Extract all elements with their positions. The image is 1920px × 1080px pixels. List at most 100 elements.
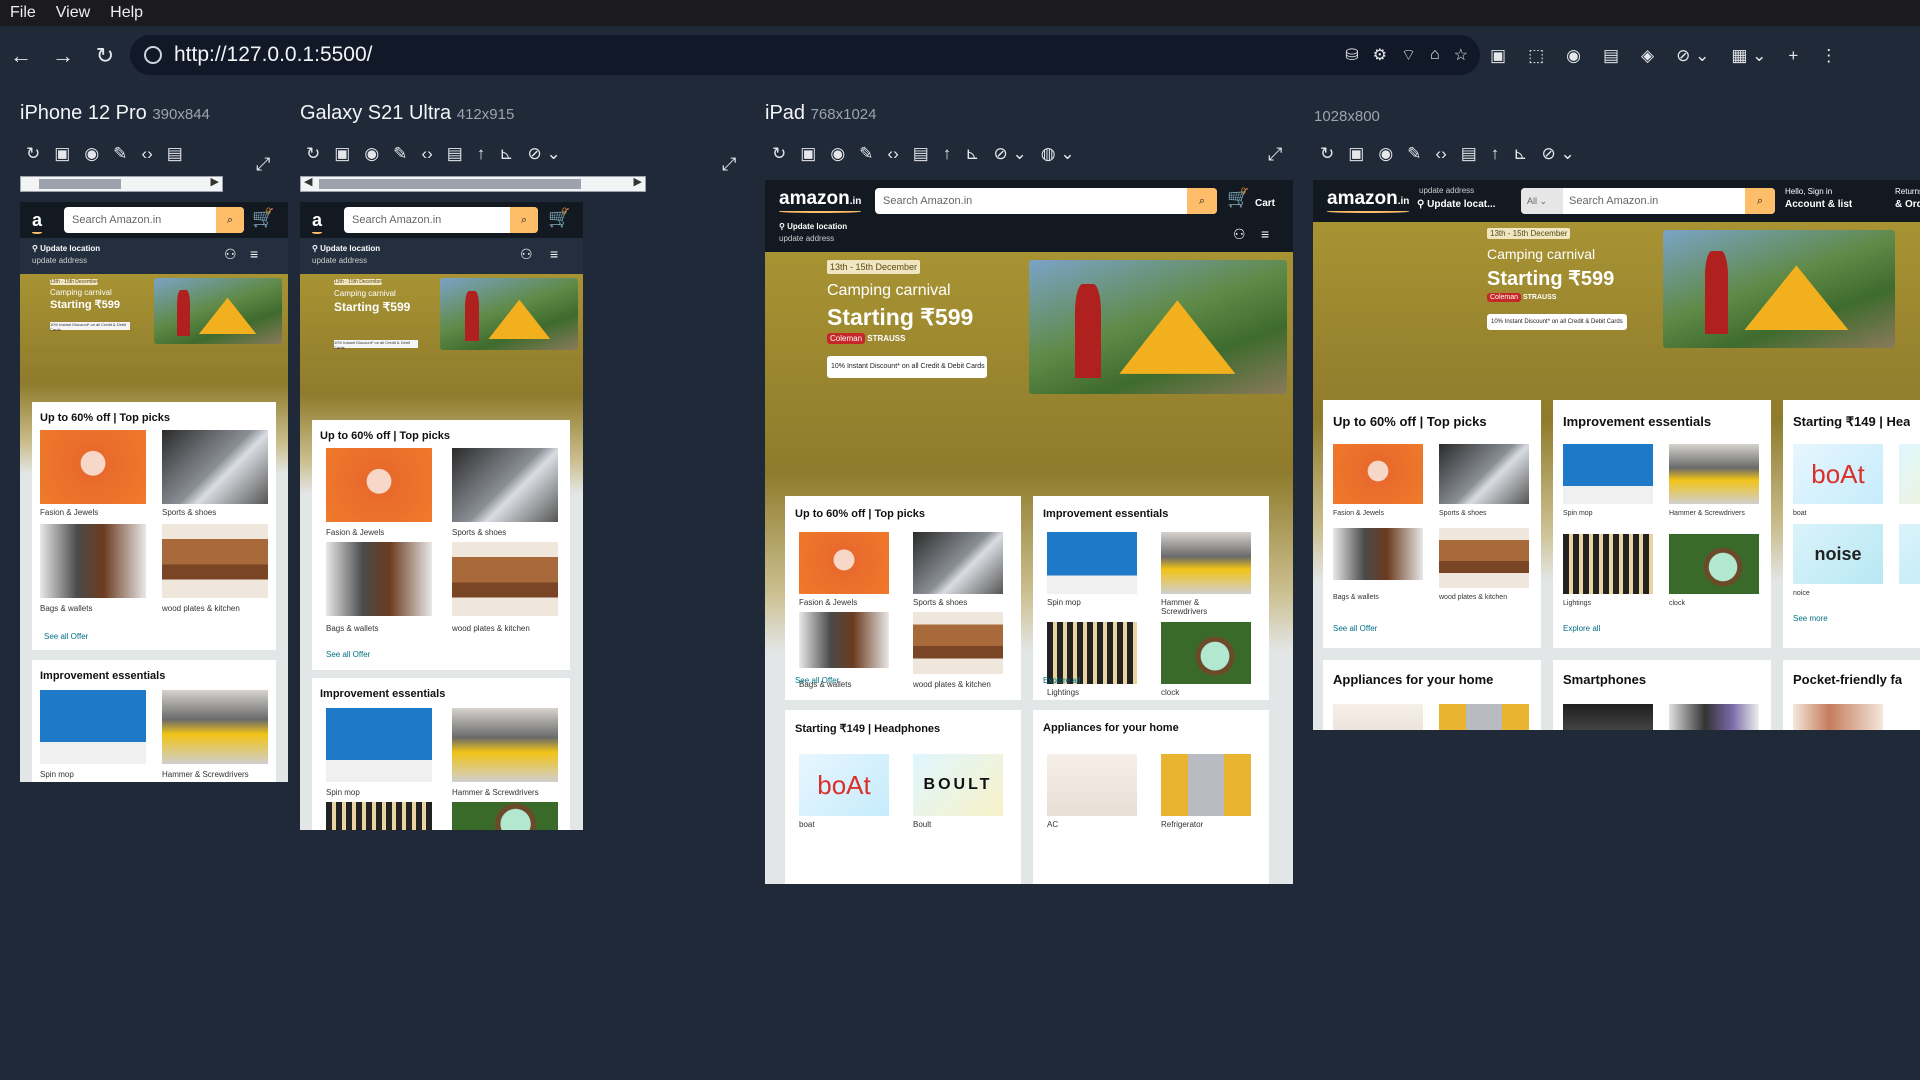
menu-help[interactable]: Help <box>100 0 153 26</box>
screenshot-icon[interactable]: ▣ <box>334 144 350 164</box>
cart-label[interactable]: Cart <box>1255 198 1275 209</box>
category-select[interactable]: All ⌄ <box>1521 188 1563 214</box>
search-icon[interactable]: ⌕ <box>1187 188 1217 214</box>
location-title[interactable]: ⚲ Update locat... <box>1417 199 1495 210</box>
rotate-icon[interactable]: ↻ <box>772 144 786 164</box>
layers-icon[interactable]: ◈ <box>1641 46 1654 66</box>
amazon-logo-icon[interactable]: a <box>32 210 43 234</box>
screenshot-icon[interactable]: ▣ <box>800 144 816 164</box>
scroll-top-icon[interactable]: ↑ <box>943 144 952 164</box>
horizontal-scrollbar[interactable]: ▶ <box>20 176 223 192</box>
document-icon[interactable]: ▤ <box>1603 46 1619 66</box>
cart-icon[interactable]: 🛒 0 <box>252 206 274 229</box>
layout-icon[interactable]: ▦ ⌄ <box>1731 46 1766 66</box>
see-all-offer-link[interactable]: See all Offer <box>1333 624 1377 633</box>
ruler-icon[interactable]: ⊾ <box>1513 144 1527 164</box>
network-icon[interactable]: ⚙ <box>1373 45 1387 65</box>
menu-icon[interactable]: ≡ <box>250 246 258 262</box>
fullscreen-icon[interactable]: ⤢ <box>1268 144 1282 165</box>
location-title[interactable]: ⚲ Update location <box>312 244 380 253</box>
pen-icon[interactable]: ✎ <box>393 144 407 164</box>
search-input[interactable]: Search Amazon.in ⌕ <box>344 207 538 233</box>
screenshot-icon[interactable]: ▣ <box>54 144 70 164</box>
fullscreen-icon[interactable]: ⤢ <box>722 154 736 175</box>
search-input[interactable]: All ⌄ Search Amazon.in ⌕ <box>1521 188 1775 214</box>
eye-off-icon[interactable]: ⊘ ⌄ <box>1676 46 1709 66</box>
home-icon[interactable]: ⌂ <box>1430 46 1440 64</box>
user-icon[interactable]: ⚇ <box>520 246 533 263</box>
wifi-icon[interactable]: ⌔ <box>1401 45 1416 65</box>
menu-icon[interactable]: ≡ <box>1261 226 1269 242</box>
devices-icon[interactable]: ▤ <box>167 144 183 164</box>
ruler-icon[interactable]: ⊾ <box>965 144 979 164</box>
code-icon[interactable]: ‹› <box>141 144 152 164</box>
camera-icon[interactable]: ◉ <box>84 144 99 164</box>
rotate-icon[interactable]: ↻ <box>26 144 40 164</box>
address-bar[interactable]: http://127.0.0.1:5500/ ⛁ ⚙ ⌔ ⌂ ☆ <box>130 35 1480 75</box>
cart-icon[interactable]: 🛒 0 <box>548 206 570 229</box>
camera-icon[interactable]: ◉ <box>830 144 845 164</box>
pen-icon[interactable]: ✎ <box>859 144 873 164</box>
color-wheel-icon[interactable]: ◍ ⌄ <box>1041 144 1075 164</box>
see-all-offer-link[interactable]: See all Offer <box>44 632 88 641</box>
fullscreen-icon[interactable]: ⤢ <box>256 154 270 175</box>
reload-icon[interactable]: ↻ <box>84 43 126 69</box>
amazon-logo-icon[interactable]: a <box>312 210 323 234</box>
pen-icon[interactable]: ✎ <box>113 144 127 164</box>
cart-icon[interactable]: 🛒 0 <box>1227 186 1249 209</box>
menu-view[interactable]: View <box>46 0 100 26</box>
camera-icon[interactable]: ◉ <box>1378 144 1393 164</box>
back-icon[interactable]: ← <box>0 43 42 69</box>
pen-icon[interactable]: ✎ <box>1407 144 1421 164</box>
user-icon[interactable]: ⚇ <box>224 246 237 263</box>
forward-icon[interactable]: → <box>42 43 84 69</box>
database-icon[interactable]: ⛁ <box>1345 45 1358 65</box>
star-icon[interactable]: ☆ <box>1454 45 1468 65</box>
eye-off-icon[interactable]: ⊘ ⌄ <box>1542 144 1575 164</box>
account-line1[interactable]: Hello, Sign in <box>1785 187 1832 196</box>
devices-icon[interactable]: ▣ <box>1490 46 1506 66</box>
eye-off-icon[interactable]: ⊘ ⌄ <box>994 144 1027 164</box>
code-icon[interactable]: ‹› <box>887 144 898 164</box>
add-icon[interactable]: + <box>1788 46 1798 66</box>
card-appliances: Appliances for your home <box>1323 660 1541 730</box>
amazon-logo[interactable]: amazon.in <box>779 188 862 213</box>
explore-all-link[interactable]: Explore all <box>1043 676 1080 685</box>
rotate-icon[interactable]: ↻ <box>1320 144 1334 164</box>
scroll-top-icon[interactable]: ↑ <box>477 144 486 164</box>
menu-icon[interactable]: ≡ <box>550 246 558 262</box>
orders-link[interactable]: & Orders <box>1895 199 1920 210</box>
ruler-icon[interactable]: ⊾ <box>499 144 513 164</box>
search-icon[interactable]: ⌕ <box>510 207 538 233</box>
amazon-logo[interactable]: amazon.in <box>1327 188 1410 213</box>
scroll-top-icon[interactable]: ↑ <box>1491 144 1500 164</box>
see-all-offer-link[interactable]: See all Offer <box>795 676 839 685</box>
explore-all-link[interactable]: Explore all <box>1563 624 1600 633</box>
camera-icon[interactable]: ◉ <box>364 144 379 164</box>
code-icon[interactable]: ‹› <box>421 144 432 164</box>
returns-line1[interactable]: Returns <box>1895 187 1920 196</box>
menu-file[interactable]: File <box>0 0 46 26</box>
rotate-icon[interactable]: ↻ <box>306 144 320 164</box>
see-all-offer-link[interactable]: See all Offer <box>326 650 370 659</box>
code-icon[interactable]: ‹› <box>1435 144 1446 164</box>
camera-icon[interactable]: ◉ <box>1566 46 1581 66</box>
search-input[interactable]: Search Amazon.in ⌕ <box>875 188 1217 214</box>
see-more-link[interactable]: See more <box>1793 614 1828 623</box>
location-title[interactable]: ⚲ Update location <box>32 244 100 253</box>
location-title[interactable]: ⚲ Update location <box>779 222 847 231</box>
search-input[interactable]: Search Amazon.in ⌕ <box>64 207 244 233</box>
search-icon[interactable]: ⌕ <box>1745 188 1775 214</box>
account-link[interactable]: Account & list <box>1785 199 1852 210</box>
eye-off-icon[interactable]: ⊘ ⌄ <box>528 144 561 164</box>
horizontal-scrollbar[interactable]: ◀ ▶ <box>300 176 646 192</box>
url-text[interactable]: http://127.0.0.1:5500/ <box>174 43 373 67</box>
devices-icon[interactable]: ▤ <box>447 144 463 164</box>
search-icon[interactable]: ⌕ <box>216 207 244 233</box>
more-icon[interactable]: ⋮ <box>1820 46 1837 66</box>
inspect-icon[interactable]: ⬚ <box>1528 46 1544 66</box>
devices-icon[interactable]: ▤ <box>913 144 929 164</box>
screenshot-icon[interactable]: ▣ <box>1348 144 1364 164</box>
devices-icon[interactable]: ▤ <box>1461 144 1477 164</box>
user-icon[interactable]: ⚇ <box>1233 226 1246 243</box>
